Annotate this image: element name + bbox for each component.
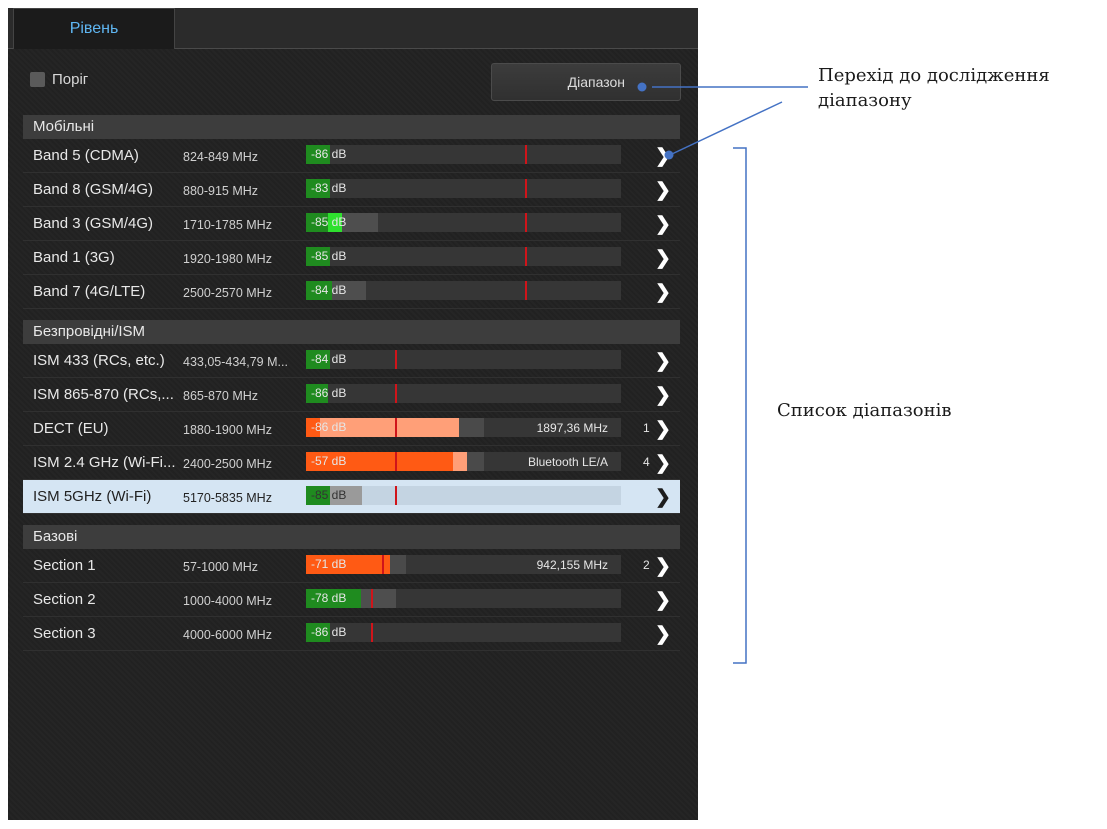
threshold-marker bbox=[525, 281, 527, 300]
level-value: -84 dB bbox=[311, 352, 347, 366]
signal-name: Bluetooth LE/A bbox=[527, 455, 608, 469]
threshold-marker bbox=[395, 486, 397, 505]
level-value: -84 dB bbox=[311, 283, 347, 297]
level-value: -86 dB bbox=[311, 386, 347, 400]
threshold-marker bbox=[382, 555, 384, 574]
level-value: -85 dB bbox=[311, 488, 347, 502]
level-value: -83 dB bbox=[311, 181, 347, 195]
annotation-range-line1: Перехід до дослідження bbox=[818, 65, 1050, 86]
list-bracket bbox=[733, 147, 747, 664]
callout-dot-range bbox=[637, 82, 647, 92]
annotation-range-line2: діапазону bbox=[818, 90, 912, 111]
threshold-marker bbox=[525, 213, 527, 232]
threshold-marker bbox=[371, 589, 373, 608]
callout-line-row bbox=[671, 101, 783, 155]
level-value: -86 dB bbox=[311, 147, 347, 161]
level-value: -78 dB bbox=[311, 591, 347, 605]
peak-frequency: 1897,36 MHz bbox=[536, 421, 608, 435]
threshold-marker bbox=[395, 418, 397, 437]
level-value: -86 dB bbox=[311, 625, 347, 639]
level-value: -57 dB bbox=[311, 454, 347, 468]
level-value: -71 dB bbox=[311, 557, 347, 571]
level-value: -86 dB bbox=[311, 420, 347, 434]
threshold-marker bbox=[395, 452, 397, 471]
level-value: -85 dB bbox=[311, 215, 347, 229]
threshold-marker bbox=[371, 623, 373, 642]
threshold-marker bbox=[525, 145, 527, 164]
callout-dot-row bbox=[664, 150, 674, 160]
threshold-marker bbox=[525, 247, 527, 266]
peak-frequency: 942,155 MHz bbox=[536, 558, 608, 572]
annotation-list: Список діапазонів bbox=[777, 400, 952, 421]
threshold-marker bbox=[395, 384, 397, 403]
threshold-marker bbox=[525, 179, 527, 198]
threshold-marker bbox=[395, 350, 397, 369]
level-value: -85 dB bbox=[311, 249, 347, 263]
annotation-range: Перехід до дослідження діапазону bbox=[818, 63, 1050, 113]
